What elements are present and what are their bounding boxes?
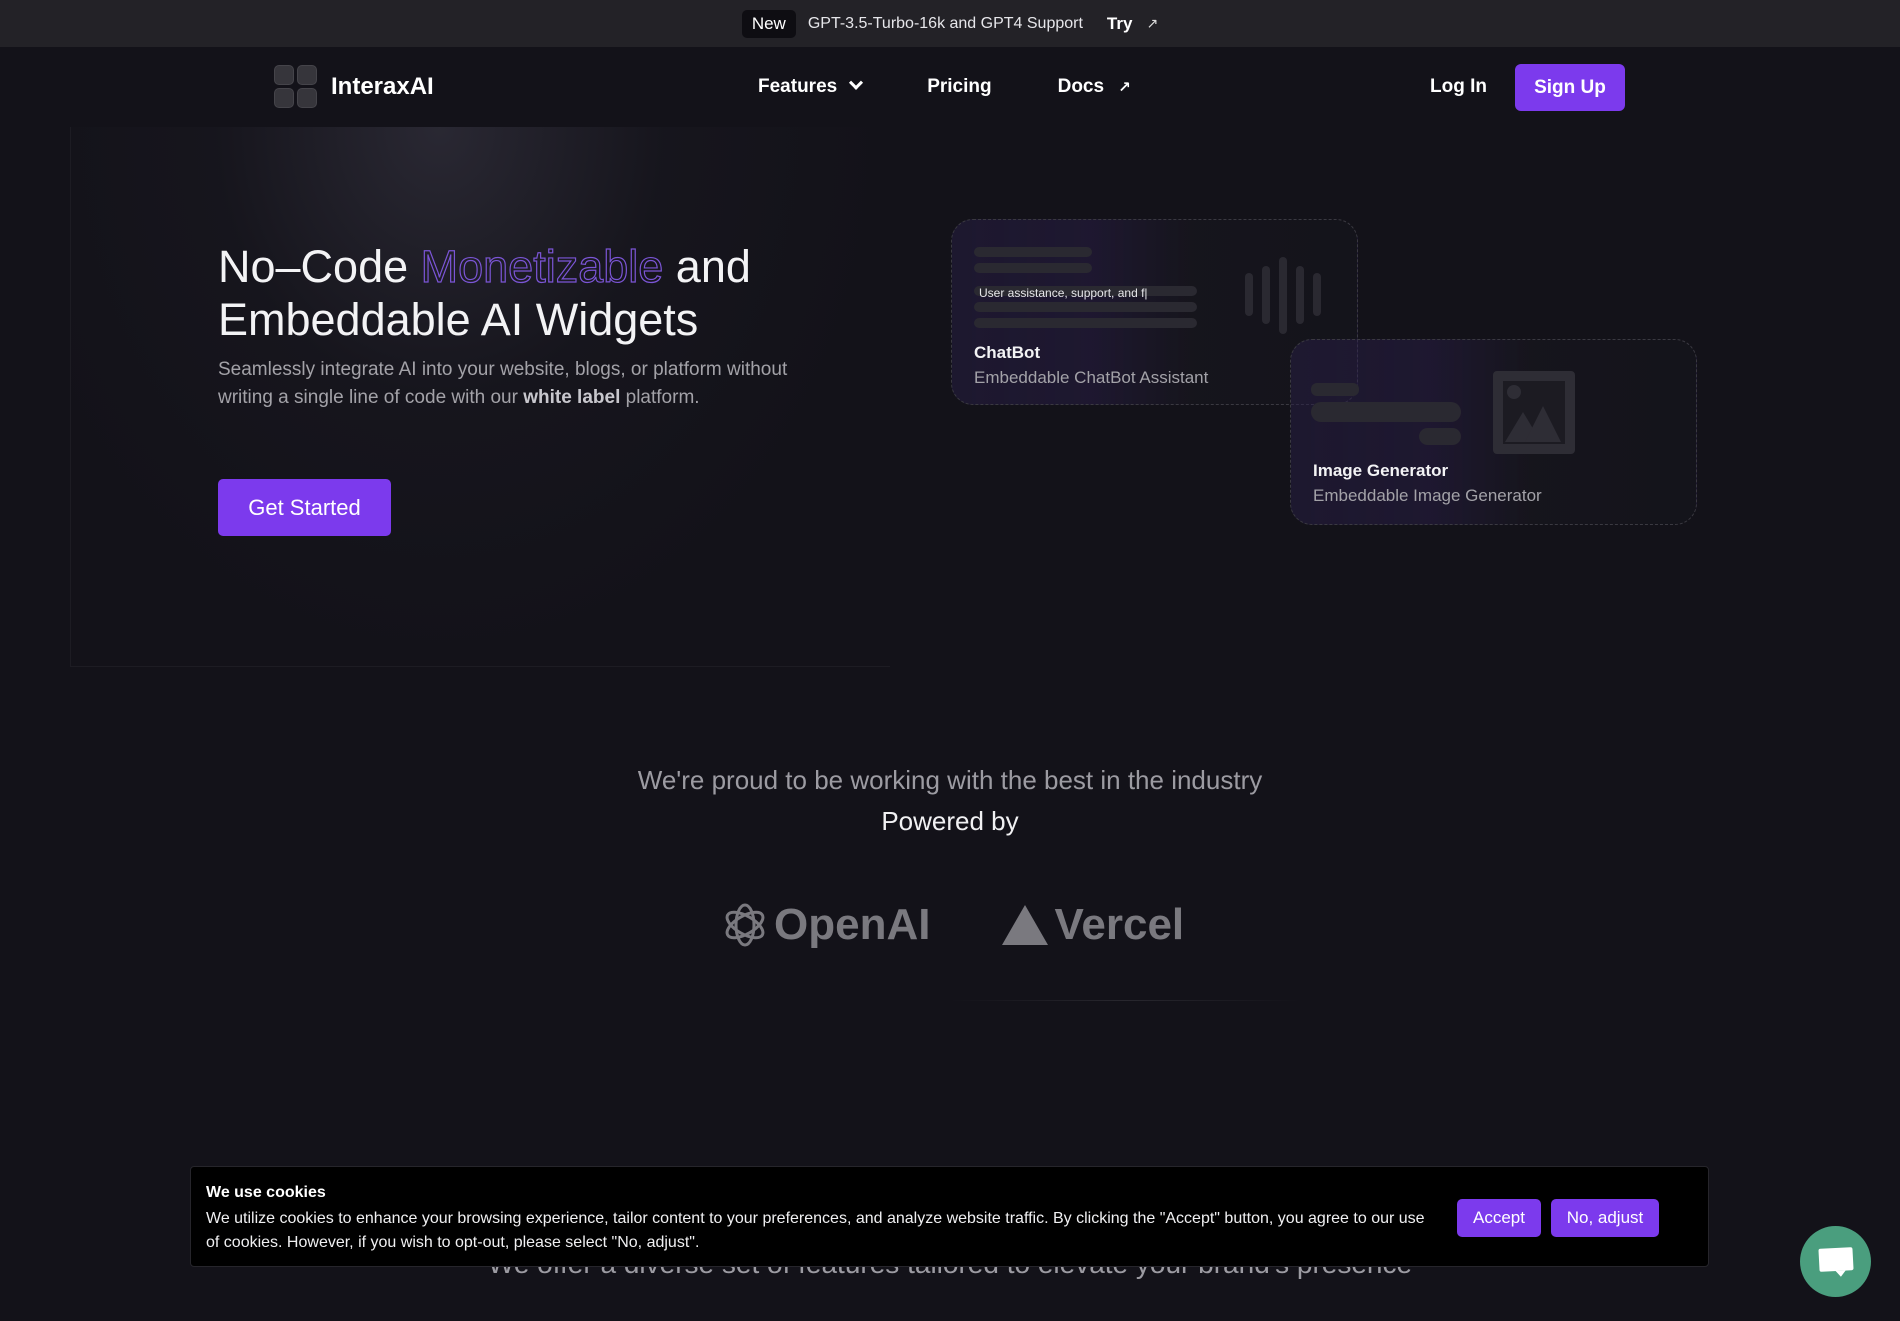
get-started-button[interactable]: Get Started [218, 479, 391, 536]
hero-subtitle-bold: white label [523, 387, 621, 408]
image-generator-widget-card[interactable]: Image Generator Embeddable Image Generat… [1290, 339, 1697, 525]
hero-title-highlight: Monetizable [420, 240, 664, 292]
openai-knot-icon [725, 903, 765, 947]
adjust-cookies-button[interactable]: No, adjust [1551, 1199, 1659, 1237]
announcement-bar: New GPT-3.5-Turbo-16k and GPT4 Support T… [0, 0, 1900, 47]
brand-logo[interactable]: InteraxAI [274, 65, 434, 108]
hero-subtitle-part2: platform. [620, 387, 700, 408]
placeholder-line [1419, 428, 1461, 445]
new-badge: New [741, 9, 796, 38]
vercel-logo: Vercel [1002, 900, 1184, 950]
vercel-triangle-icon [1002, 905, 1049, 945]
placeholder-line [974, 247, 1092, 257]
placeholder-line [974, 263, 1092, 273]
placeholder-line [974, 318, 1197, 328]
signup-button[interactable]: Sign Up [1515, 64, 1625, 111]
cookie-title: We use cookies [206, 1184, 326, 1201]
partner-logos: OpenAI Vercel [720, 900, 1184, 950]
powered-by-label: Powered by [881, 806, 1019, 836]
section-divider [950, 1000, 1300, 1001]
cookie-text: We utilize cookies to enhance your brows… [206, 1210, 1425, 1251]
chat-bubble-icon [1817, 1247, 1854, 1272]
hero-title: No–Code Monetizable and Embeddable AI Wi… [218, 240, 818, 346]
chat-typed-text: User assistance, support, and f| [979, 286, 1148, 300]
placeholder-line [1311, 402, 1461, 422]
chatbot-description: Embeddable ChatBot Assistant [974, 368, 1209, 387]
brand-name: InteraxAI [331, 72, 434, 100]
nav-pricing[interactable]: Pricing [927, 76, 991, 98]
try-link[interactable]: Try [1107, 14, 1133, 34]
nav-features[interactable]: Features [758, 75, 864, 98]
image-generator-title: Image Generator [1313, 461, 1449, 480]
chatbot-title: ChatBot [974, 343, 1041, 362]
announcement-message: GPT-3.5-Turbo-16k and GPT4 Support [807, 14, 1083, 32]
partners-heading: We're proud to be working with the best … [637, 765, 1263, 795]
nav-docs-label: Docs [1057, 76, 1105, 97]
logo-grid-icon [274, 65, 317, 108]
chat-launcher-button[interactable] [1800, 1226, 1871, 1297]
image-placeholder-icon [1493, 371, 1575, 454]
placeholder-line [1311, 383, 1359, 396]
nav-docs[interactable]: Docs ↗ [1058, 76, 1131, 98]
cookie-banner: We use cookies We utilize cookies to enh… [190, 1166, 1709, 1267]
nav-features-label: Features [758, 76, 838, 97]
openai-logo: OpenAI [720, 900, 930, 950]
openai-wordmark: OpenAI [774, 900, 931, 949]
placeholder-line [974, 302, 1197, 312]
login-link[interactable]: Log In [1430, 76, 1487, 98]
accept-cookies-button[interactable]: Accept [1457, 1199, 1541, 1237]
nav-pricing-label: Pricing [927, 76, 992, 97]
hero-subtitle: Seamlessly integrate AI into your websit… [218, 356, 798, 412]
nav-links: Features Pricing Docs ↗ [758, 75, 1131, 98]
arrow-up-right-icon: ↗ [1146, 15, 1159, 31]
top-navigation: InteraxAI Features Pricing Docs ↗ Log In… [0, 47, 1900, 127]
image-generator-description: Embeddable Image Generator [1313, 486, 1542, 505]
hero-title-part1: No–Code [218, 241, 421, 292]
hero-subtitle-part1: Seamlessly integrate AI into your websit… [218, 359, 788, 408]
arrow-up-right-icon: ↗ [1118, 79, 1131, 96]
chevron-down-icon [849, 75, 864, 90]
vercel-wordmark: Vercel [1054, 900, 1185, 949]
